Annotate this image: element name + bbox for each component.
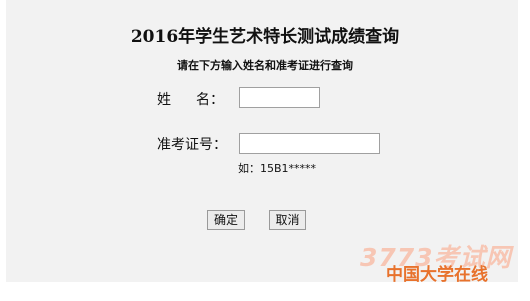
- name-label-first: 姓: [157, 92, 171, 108]
- exam-number-hint: 如：15B1*****: [238, 162, 317, 175]
- name-input[interactable]: [239, 87, 320, 108]
- name-label-second: 名：: [196, 92, 224, 108]
- submit-button[interactable]: 确定: [207, 210, 245, 230]
- page-title: 2016年学生艺术特长测试成绩查询: [130, 27, 400, 47]
- exam-number-input[interactable]: [239, 133, 380, 154]
- name-label: 姓 名：: [157, 89, 224, 109]
- cancel-button[interactable]: 取消: [269, 210, 306, 230]
- page-subtitle: 请在下方输入姓名和准考证进行查询: [177, 59, 353, 72]
- brand-watermark: 中国大学在线: [386, 265, 488, 285]
- exam-number-label: 准考证号：: [157, 137, 227, 153]
